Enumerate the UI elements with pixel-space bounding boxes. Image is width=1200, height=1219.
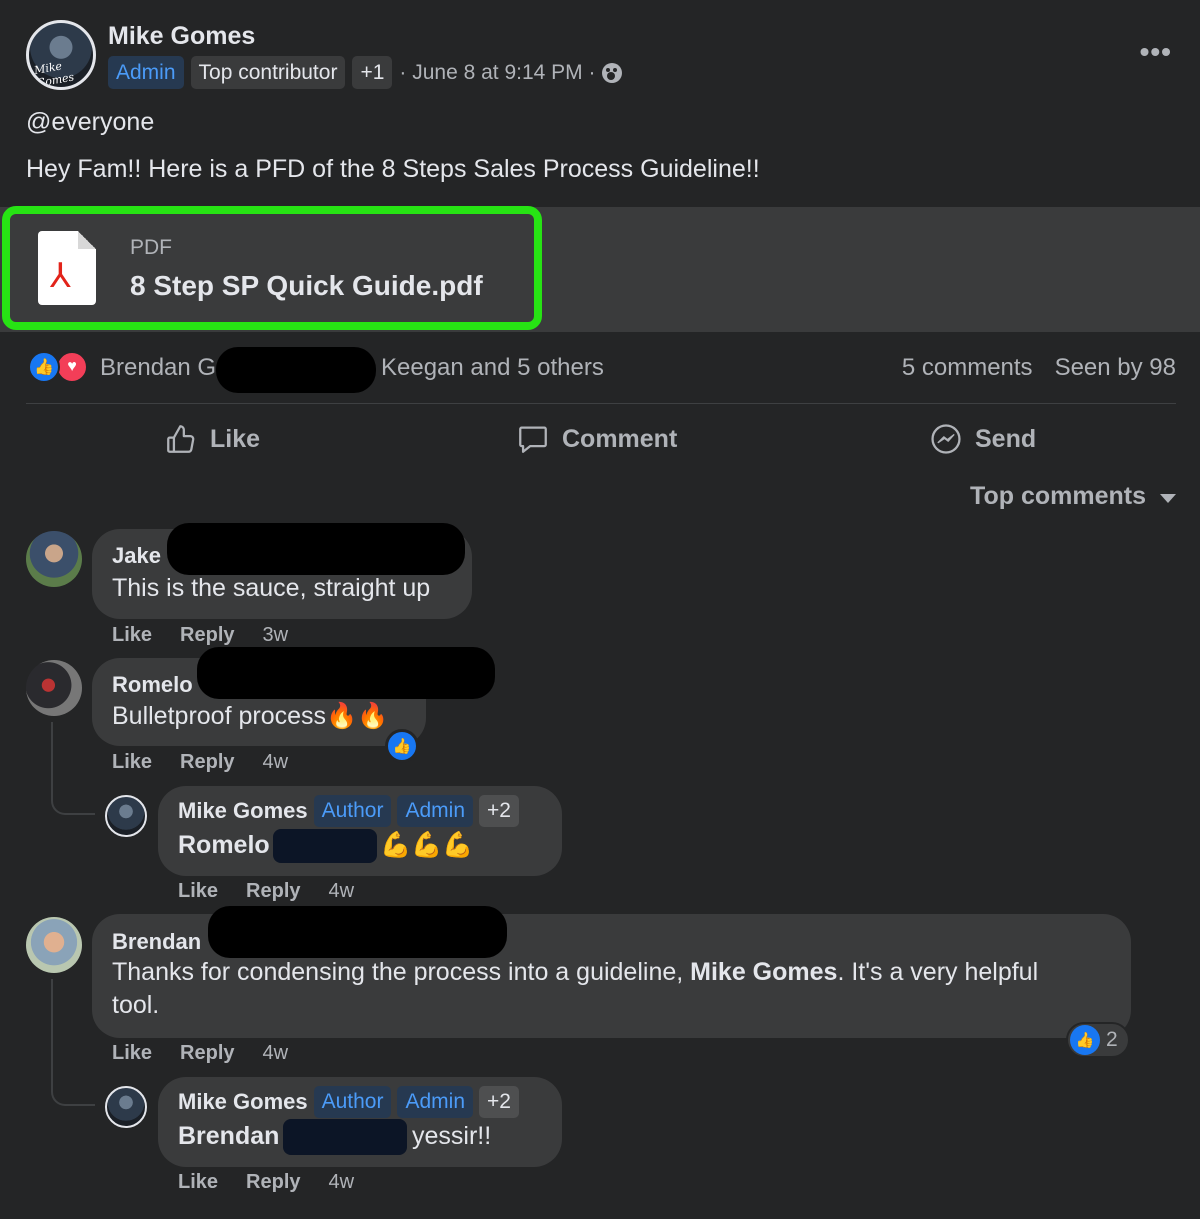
comment-sort-dropdown[interactable]: Top comments xyxy=(970,482,1176,511)
reply-text: yessir!! xyxy=(412,1122,492,1150)
comment-time[interactable]: 3w xyxy=(263,624,289,647)
comment-reply-link[interactable]: Reply xyxy=(180,751,234,774)
comment-button[interactable]: Comment xyxy=(516,420,677,458)
author-avatar[interactable]: Mike Gomes xyxy=(26,20,96,90)
comment-time[interactable]: 4w xyxy=(263,1042,289,1065)
commenter-name[interactable]: Brendan xyxy=(112,929,201,955)
avatar-signature: Mike Gomes xyxy=(33,59,76,90)
reply-author-avatar[interactable] xyxy=(105,1086,147,1128)
reply-author-avatar[interactable] xyxy=(105,795,147,837)
post-stats: 5 comments Seen by 98 xyxy=(902,354,1176,382)
reply-header: Mike Gomes Author Admin +2 xyxy=(178,795,519,827)
thumbs-up-icon xyxy=(167,425,195,453)
like-reaction-icon: 👍 xyxy=(28,351,60,383)
comment-like-link[interactable]: Like xyxy=(112,751,152,774)
redacted-block xyxy=(167,523,465,575)
admin-badge[interactable]: Admin xyxy=(397,795,474,827)
comment-like-link[interactable]: Like xyxy=(112,1042,152,1065)
comment-time[interactable]: 4w xyxy=(263,751,289,774)
post-mention[interactable]: @everyone xyxy=(26,108,154,137)
reply-time[interactable]: 4w xyxy=(329,880,355,903)
reply-like-link[interactable]: Like xyxy=(178,880,218,903)
reply-author-name[interactable]: Mike Gomes xyxy=(178,798,308,824)
caret-down-icon xyxy=(1160,494,1176,503)
comment-text: This is the sauce, straight up xyxy=(112,574,431,602)
love-reaction-icon: ♥ xyxy=(56,351,88,383)
redacted-block xyxy=(283,1119,407,1155)
like-reaction-icon: 👍 xyxy=(1070,1025,1100,1055)
reply-text: 💪💪💪 xyxy=(380,831,474,859)
comment-text-part: Thanks for condensing the process into a… xyxy=(112,958,684,986)
reaction-name-end[interactable]: Keegan and 5 others xyxy=(381,354,604,382)
send-button[interactable]: Send xyxy=(929,420,1036,458)
comment-like-link[interactable]: Like xyxy=(112,624,152,647)
post-timestamp[interactable]: · June 8 at 9:14 PM · xyxy=(399,61,595,85)
reply-author-name[interactable]: Mike Gomes xyxy=(178,1089,308,1115)
sort-label: Top comments xyxy=(970,482,1146,510)
pdf-file-icon: ⅄ xyxy=(38,231,96,305)
author-badge[interactable]: Author xyxy=(313,1086,392,1118)
reply-time[interactable]: 4w xyxy=(329,1171,355,1194)
more-badges-badge[interactable]: +1 xyxy=(352,56,393,89)
reply-mention[interactable]: Romelo xyxy=(178,829,270,862)
redacted-block xyxy=(197,647,495,699)
group-privacy-icon xyxy=(601,62,622,83)
reply-header: Mike Gomes Author Admin +2 xyxy=(178,1086,519,1118)
comment-text: Bulletproof process🔥🔥 xyxy=(112,702,389,730)
comment-reply-link[interactable]: Reply xyxy=(180,624,234,647)
reply-like-link[interactable]: Like xyxy=(178,1171,218,1194)
comment-actions: Like Reply 4w xyxy=(112,751,288,774)
comment-reply-link[interactable]: Reply xyxy=(180,1042,234,1065)
comment-button-label: Comment xyxy=(562,424,678,453)
commenter-avatar[interactable] xyxy=(26,531,82,587)
messenger-icon xyxy=(931,424,961,454)
author-badge[interactable]: Author xyxy=(313,795,392,827)
comment-text-part: . It's a very helpful xyxy=(837,958,1039,986)
reaction-count: 2 xyxy=(1106,1028,1118,1051)
like-button-label: Like xyxy=(210,424,261,453)
redacted-block xyxy=(216,347,376,393)
send-button-label: Send xyxy=(975,424,1037,453)
post-author-name[interactable]: Mike Gomes xyxy=(108,22,255,51)
top-contributor-badge[interactable]: Top contributor xyxy=(190,56,346,89)
seen-count[interactable]: Seen by 98 xyxy=(1055,354,1176,382)
reply-actions: Like Reply 4w xyxy=(178,1171,354,1194)
redacted-block xyxy=(208,906,507,958)
more-badges-badge[interactable]: +2 xyxy=(479,795,519,827)
comment-text-continued: tool. xyxy=(112,991,160,1019)
reply-thread-line xyxy=(51,979,95,1106)
post-time-wrapper: · June 8 at 9:14 PM · xyxy=(399,61,622,85)
admin-badge[interactable]: Admin xyxy=(397,1086,474,1118)
commenter-avatar[interactable] xyxy=(26,660,82,716)
reply-reply-link[interactable]: Reply xyxy=(246,880,300,903)
comment-actions: Like Reply 4w xyxy=(112,1042,288,1065)
attachment-type: PDF xyxy=(130,236,172,259)
post-body: Hey Fam!! Here is a PFD of the 8 Steps S… xyxy=(26,155,760,183)
reply-actions: Like Reply 4w xyxy=(178,880,354,903)
reply-reply-link[interactable]: Reply xyxy=(246,1171,300,1194)
reaction-name-start: Brendan G xyxy=(100,354,217,381)
comment-icon xyxy=(519,426,547,453)
post-meta: Admin Top contributor +1 · June 8 at 9:1… xyxy=(108,56,622,89)
attachment-filename[interactable]: 8 Step SP Quick Guide.pdf xyxy=(130,270,483,302)
comment-count[interactable]: 5 comments xyxy=(902,354,1033,382)
redacted-block xyxy=(273,829,377,863)
comment-like-reaction-icon[interactable]: 👍 xyxy=(385,729,419,763)
comment-actions: Like Reply 3w xyxy=(112,624,288,647)
divider xyxy=(26,403,1176,404)
commenter-name[interactable]: Romelo xyxy=(112,672,193,698)
commenter-name[interactable]: Jake xyxy=(112,543,161,569)
more-options-icon[interactable]: ••• xyxy=(1140,36,1172,68)
more-badges-badge[interactable]: +2 xyxy=(479,1086,519,1118)
admin-badge[interactable]: Admin xyxy=(108,56,184,89)
like-button[interactable]: Like xyxy=(164,420,260,458)
reaction-names[interactable]: Brendan G xyxy=(100,354,216,382)
reply-mention[interactable]: Brendan xyxy=(178,1120,279,1153)
comment-reaction-count[interactable]: 👍 2 xyxy=(1066,1022,1130,1058)
commenter-avatar[interactable] xyxy=(26,917,82,973)
tagged-user-link[interactable]: Mike Gomes xyxy=(690,958,837,986)
reply-thread-line xyxy=(51,722,95,815)
reaction-summary-icons[interactable]: 👍 ♥ xyxy=(28,351,92,385)
comment-text: Thanks for condensing the process into a… xyxy=(112,956,1038,989)
